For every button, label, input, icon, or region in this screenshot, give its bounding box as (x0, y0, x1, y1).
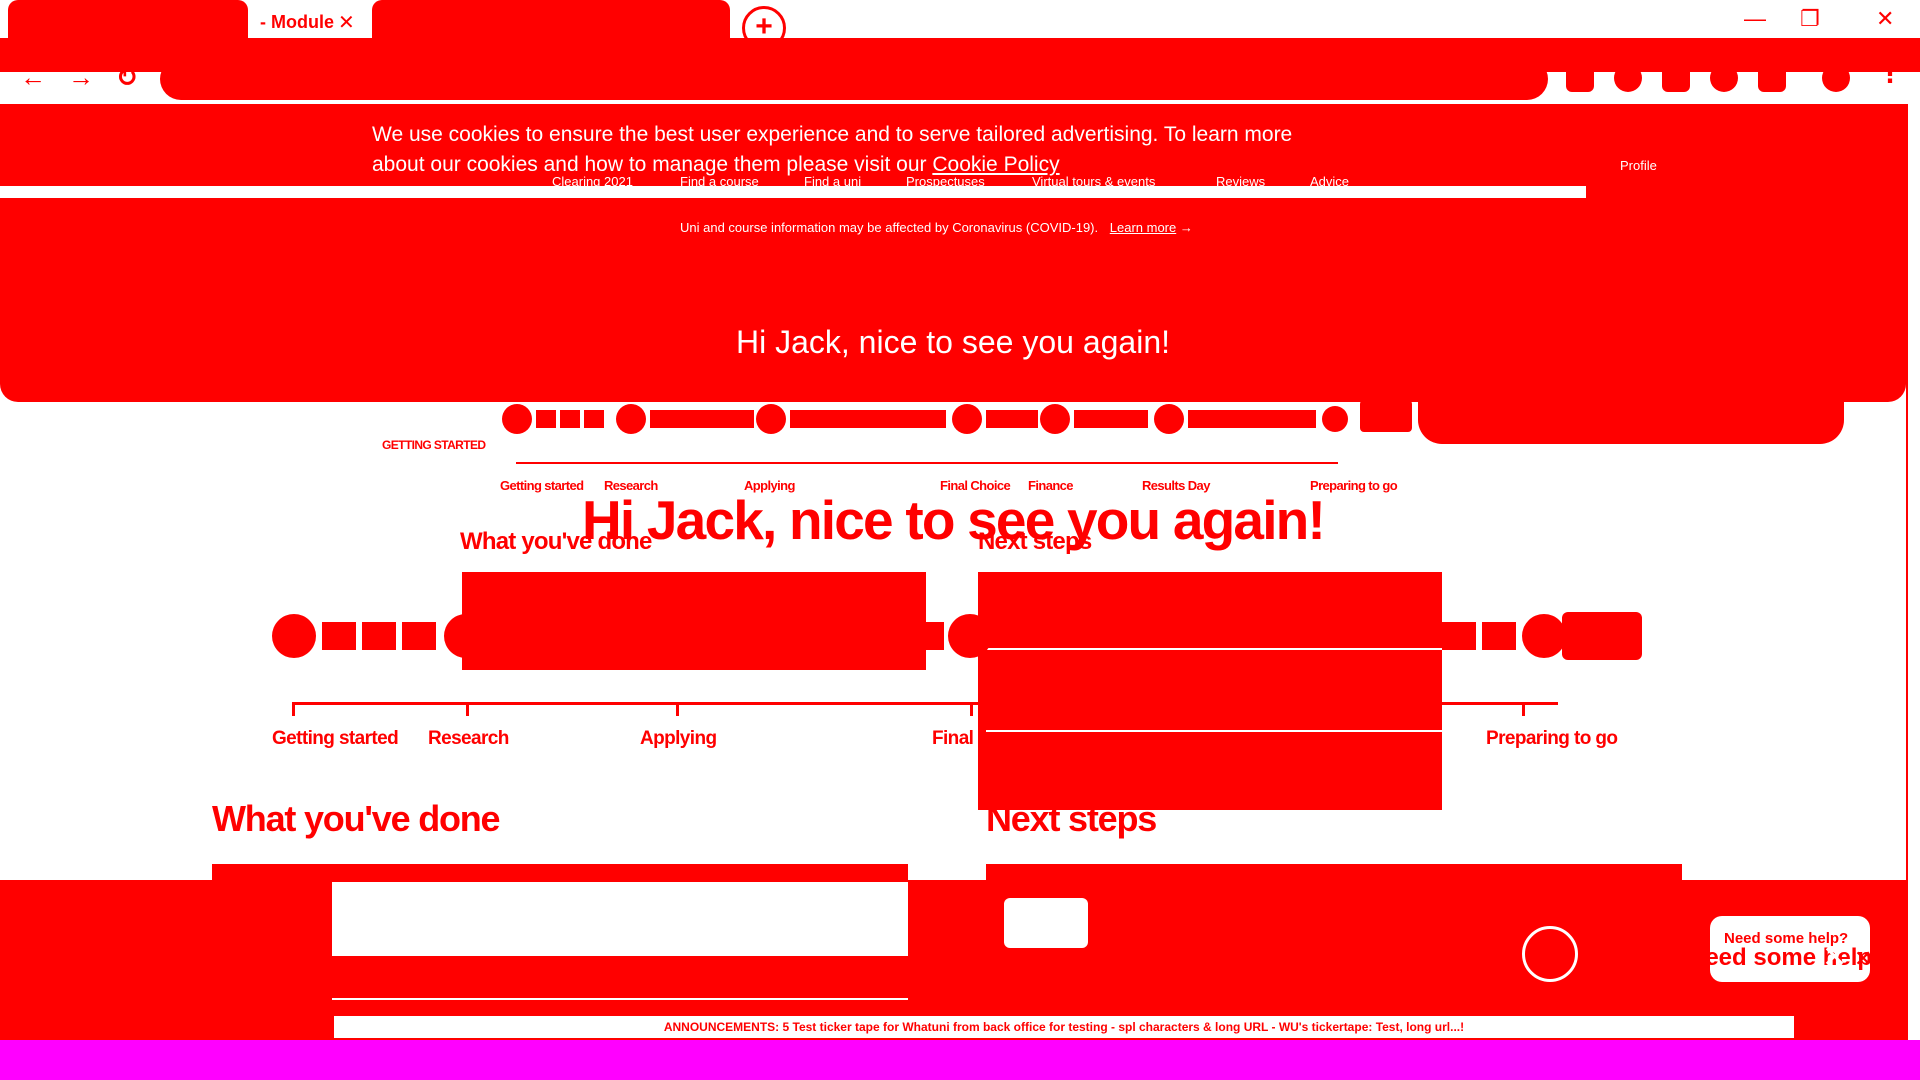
restore-icon[interactable]: ❐ (1800, 6, 1820, 32)
learn-more-link[interactable]: Learn more (1110, 220, 1176, 235)
done-card-body[interactable] (332, 882, 908, 956)
nav-item-prospectuses[interactable]: Prospectuses (906, 174, 985, 189)
big-stage-getting-started: Getting started (272, 728, 399, 749)
screen: - Module ✕ + — ❐ ✕ ← → ↻ ⋮ We use cookie… (0, 0, 1920, 1080)
step-squares (790, 410, 946, 428)
nav-item-virtual-tours[interactable]: Virtual tours & events (1032, 174, 1155, 189)
timeline-tick (292, 702, 295, 716)
nav-item-reviews[interactable]: Reviews (1216, 174, 1265, 189)
id-card-icon (1004, 898, 1088, 948)
stage-dot[interactable] (502, 404, 532, 434)
stage-dot[interactable] (952, 404, 982, 434)
stage-dot[interactable] (1154, 404, 1184, 434)
step-squares (1188, 410, 1316, 428)
window-close-icon[interactable]: ✕ (1876, 6, 1894, 32)
divider (332, 998, 908, 1000)
timeline-tick (676, 702, 679, 716)
page-greeting: Hi Jack, nice to see you again! (582, 489, 1326, 551)
divider (986, 648, 1442, 650)
nav-item-clearing[interactable]: Clearing 2021 (552, 174, 633, 189)
nav-item-find-course[interactable]: Find a course (680, 174, 759, 189)
nav-item-find-uni[interactable]: Find a uni (804, 174, 861, 189)
suitcase-icon (1360, 400, 1412, 432)
nav-item-advice[interactable]: Advice (1310, 174, 1349, 189)
stage-dot[interactable] (1522, 614, 1566, 658)
profile-dropdown-panel[interactable] (1418, 380, 1844, 444)
cookie-notice-text: We use cookies to ensure the best user e… (372, 123, 1293, 176)
stage-dot[interactable] (272, 614, 316, 658)
reload-icon[interactable]: ↻ (116, 62, 138, 93)
profile-avatar-icon[interactable] (1822, 64, 1850, 92)
stage-dot[interactable] (948, 614, 992, 658)
step-square (322, 622, 356, 650)
browser-tab-inactive-2[interactable] (372, 0, 730, 38)
help-close-icon[interactable]: ✕ (1822, 940, 1847, 975)
extension-icon-2[interactable] (1614, 64, 1642, 92)
announcement-ticker[interactable]: ANNOUNCEMENTS: 5 Test ticker tape for Wh… (334, 1016, 1794, 1038)
chat-avatar-icon[interactable] (1522, 926, 1578, 982)
step-square (560, 410, 580, 428)
help-close-icon-2[interactable]: ✕ (1854, 946, 1872, 972)
covid-notice-text: Uni and course information may be affect… (680, 220, 1099, 235)
taskbar (0, 1040, 1920, 1080)
stage-dot[interactable] (1322, 406, 1348, 432)
timeline-axis (516, 462, 1338, 464)
step-square (1482, 622, 1516, 650)
step-square (926, 622, 944, 650)
step-square (402, 622, 436, 650)
cookie-policy-link[interactable]: Cookie Policy (932, 153, 1059, 176)
step-squares (650, 410, 754, 428)
cookie-notice: We use cookies to ensure the best user e… (372, 120, 1332, 180)
done-card-overlay[interactable] (462, 572, 926, 670)
step-square (1442, 622, 1476, 650)
big-stage-preparing: Preparing to go (1486, 728, 1618, 749)
big-stage-research: Research (428, 728, 509, 749)
suitcase-icon (1562, 612, 1642, 660)
stage-dot[interactable] (1040, 404, 1070, 434)
timeline-tick (970, 702, 973, 716)
browser-tab-inactive[interactable] (8, 0, 248, 38)
minimize-icon[interactable]: — (1744, 6, 1766, 32)
menu-kebab-icon[interactable]: ⋮ (1878, 60, 1902, 89)
forward-icon[interactable]: → (68, 62, 94, 93)
address-bar[interactable] (160, 58, 1548, 100)
tab-title: - Module (260, 12, 334, 32)
extension-icon-1[interactable] (1566, 64, 1594, 92)
stage-dot[interactable] (444, 614, 488, 658)
timeline-axis (292, 702, 1558, 705)
next-steps-heading: Next steps (986, 798, 1157, 839)
step-square (536, 410, 556, 428)
covid-notice: Uni and course information may be affect… (680, 220, 1193, 235)
back-icon[interactable]: ← (20, 62, 46, 93)
timeline-tick (1522, 702, 1525, 716)
divider (986, 730, 1442, 732)
step-square (362, 622, 396, 650)
extension-icon-4[interactable] (1710, 64, 1738, 92)
extension-icon-5[interactable] (1758, 64, 1786, 92)
what-youve-done-heading: What you've done (212, 798, 501, 839)
step-squares (986, 410, 1038, 428)
browser-tab-active[interactable]: - Module ✕ (250, 0, 368, 38)
arrow-right-icon: → (1179, 220, 1193, 235)
stage-dot[interactable] (616, 404, 646, 434)
banner-greeting: Hi Jack, nice to see you again! (735, 324, 1170, 360)
tab-close-icon[interactable]: ✕ (338, 10, 355, 35)
extension-icon-3[interactable] (1662, 64, 1690, 92)
stage-dot[interactable] (756, 404, 786, 434)
big-stage-final: Final (932, 728, 974, 749)
nav-profile-link[interactable]: Profile (1620, 158, 1657, 173)
next-steps-card-overlay[interactable] (978, 572, 1442, 810)
timeline-current-stage: GETTING STARTED (382, 438, 486, 452)
big-stage-applying: Applying (640, 728, 717, 749)
page-scrollbar[interactable] (1906, 104, 1920, 1044)
step-squares (1074, 410, 1148, 428)
timeline-tick (466, 702, 469, 716)
step-square (584, 410, 604, 428)
